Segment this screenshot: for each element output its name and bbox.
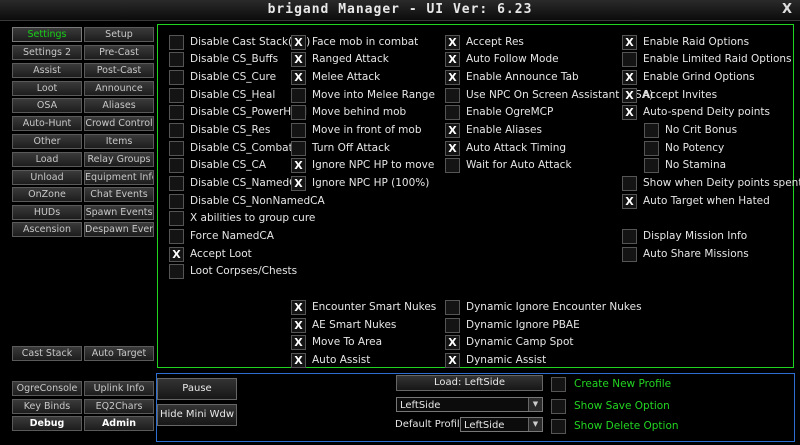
default-profile-select[interactable]: LeftSide ▼ <box>460 417 543 432</box>
checkbox-checked: X <box>291 35 306 50</box>
chevron-down-icon[interactable]: ▼ <box>528 418 542 431</box>
checkbox-checked: X <box>445 141 460 156</box>
checkbox <box>169 70 184 85</box>
nav-assist[interactable]: Assist <box>12 63 82 78</box>
nav-load[interactable]: Load <box>12 152 82 167</box>
nav-post-cast[interactable]: Post-Cast <box>84 63 154 78</box>
checkbox <box>169 123 184 138</box>
profile-select-value: LeftSide <box>400 400 441 411</box>
checkbox <box>644 123 659 138</box>
nav-aliases[interactable]: Aliases <box>84 98 154 113</box>
checkbox-checked: X <box>291 353 306 368</box>
checkbox-checked: X <box>291 300 306 315</box>
checkbox <box>169 194 184 209</box>
checkbox <box>169 211 184 226</box>
checkbox-checked: X <box>622 194 637 209</box>
checkbox <box>169 88 184 103</box>
checkbox <box>169 52 184 67</box>
nav-admin[interactable]: Admin <box>84 416 154 431</box>
nav-despawn-event[interactable]: Despawn Event <box>84 222 154 237</box>
checkbox <box>169 35 184 50</box>
nav-unload[interactable]: Unload <box>12 170 82 185</box>
checkbox-checked: X <box>445 123 460 138</box>
default-profile-label: Default Profile: <box>395 419 470 430</box>
checkbox-checked: X <box>169 247 184 262</box>
checkbox <box>169 264 184 279</box>
nav-key-binds[interactable]: Key Binds <box>12 399 82 414</box>
checkbox-checked: X <box>445 70 460 85</box>
profile-select[interactable]: LeftSide ▼ <box>396 397 543 412</box>
nav-debug[interactable]: Debug <box>12 416 82 431</box>
nav-other[interactable]: Other <box>12 134 82 149</box>
checkbox <box>622 229 637 244</box>
nav-announce[interactable]: Announce <box>84 81 154 96</box>
checkbox-checked: X <box>445 35 460 50</box>
checkbox <box>622 247 637 262</box>
nav-auto-hunt[interactable]: Auto-Hunt <box>12 116 82 131</box>
checkbox <box>169 141 184 156</box>
checkbox <box>445 318 460 333</box>
checkbox-checked: X <box>291 176 306 191</box>
nav-auto-target[interactable]: Auto Target <box>84 346 154 361</box>
checkbox <box>169 229 184 244</box>
checkbox <box>291 123 306 138</box>
title-bar: brigand Manager - UI Ver: 6.23 X <box>0 0 800 21</box>
checkbox <box>169 158 184 173</box>
checkbox-checked: X <box>622 35 637 50</box>
checkbox <box>445 105 460 120</box>
close-icon[interactable]: X <box>782 2 792 17</box>
checkbox-checked: X <box>622 70 637 85</box>
checkbox <box>644 141 659 156</box>
checkbox <box>445 300 460 315</box>
checkbox <box>644 158 659 173</box>
checkbox-checked: X <box>622 105 637 120</box>
nav-ogreconsole[interactable]: OgreConsole <box>12 381 82 396</box>
checkbox <box>291 141 306 156</box>
nav-settings-2[interactable]: Settings 2 <box>12 45 82 60</box>
checkbox <box>622 176 637 191</box>
load-profile-button[interactable]: Load: LeftSide <box>396 375 543 391</box>
checkbox <box>445 88 460 103</box>
checkbox-checked: X <box>622 88 637 103</box>
checkbox-checked: X <box>445 335 460 350</box>
nav-settings[interactable]: Settings <box>12 27 82 42</box>
hide-mini-window-button[interactable]: Hide Mini Wdw <box>157 404 237 426</box>
checkbox-checked: X <box>291 52 306 67</box>
nav-cast-stack[interactable]: Cast Stack <box>12 346 82 361</box>
nav-crowd-control[interactable]: Crowd Control <box>84 116 154 131</box>
checkbox-checked: X <box>445 353 460 368</box>
nav-pre-cast[interactable]: Pre-Cast <box>84 45 154 60</box>
checkbox <box>291 88 306 103</box>
checkbox <box>169 176 184 191</box>
nav-ascension[interactable]: Ascension <box>12 222 82 237</box>
pause-button[interactable]: Pause <box>157 378 237 400</box>
checkbox <box>291 105 306 120</box>
nav-onzone[interactable]: OnZone <box>12 187 82 202</box>
checkbox <box>551 399 566 414</box>
checkbox <box>551 377 566 392</box>
nav-uplink-info[interactable]: Uplink Info <box>84 381 154 396</box>
nav-setup[interactable]: Setup <box>84 27 154 42</box>
checkbox <box>169 105 184 120</box>
checkbox-checked: X <box>445 52 460 67</box>
checkbox <box>622 52 637 67</box>
nav-chat-events[interactable]: Chat Events <box>84 187 154 202</box>
nav-huds[interactable]: HUDs <box>12 205 82 220</box>
checkbox <box>445 158 460 173</box>
checkbox-checked: X <box>291 318 306 333</box>
nav-equipment-info[interactable]: Equipment Info <box>84 170 154 185</box>
checkbox <box>551 419 566 434</box>
chevron-down-icon[interactable]: ▼ <box>528 398 542 411</box>
checkbox-checked: X <box>291 158 306 173</box>
default-profile-value: LeftSide <box>464 420 505 431</box>
nav-spawn-events[interactable]: Spawn Events <box>84 205 154 220</box>
nav-items[interactable]: Items <box>84 134 154 149</box>
checkbox-checked: X <box>291 70 306 85</box>
checkbox-checked: X <box>291 335 306 350</box>
window-title: brigand Manager - UI Ver: 6.23 <box>267 2 533 17</box>
nav-osa[interactable]: OSA <box>12 98 82 113</box>
nav-loot[interactable]: Loot <box>12 81 82 96</box>
nav-eq2chars[interactable]: EQ2Chars <box>84 399 154 414</box>
nav-relay-groups[interactable]: Relay Groups <box>84 152 154 167</box>
